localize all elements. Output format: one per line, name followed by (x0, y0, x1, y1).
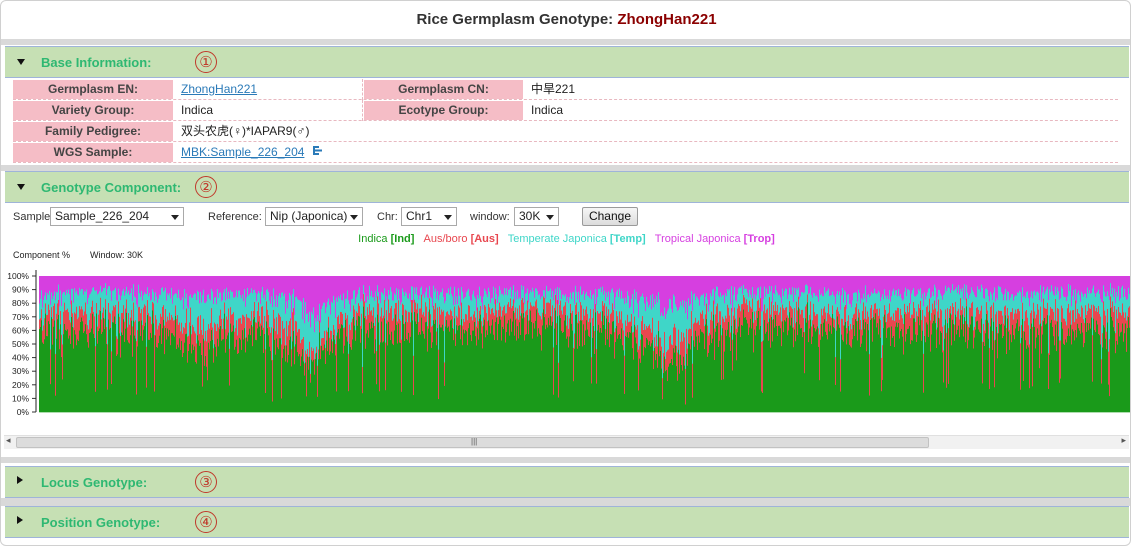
section-header-genotype-component[interactable]: Genotype Component: ② (5, 171, 1129, 203)
window-select-value: 30K (519, 209, 541, 223)
sample-select[interactable]: Sample_226_204 (50, 207, 184, 226)
area-segment-indica (1129, 327, 1130, 413)
window-select[interactable]: 30K (514, 207, 559, 226)
section-label: Base Information: (41, 55, 152, 70)
cell-divider (362, 100, 363, 121)
germplasm-en-link[interactable]: ZhongHan221 (181, 82, 257, 96)
legend-item-temperate-japonica: Temperate Japonica [Temp] (507, 233, 646, 245)
dropdown-caret-icon (171, 215, 179, 220)
divider (1, 39, 1130, 45)
dropdown-caret-icon (546, 215, 554, 220)
y-tick-label: 90% (12, 285, 29, 295)
expand-triangle-icon[interactable] (17, 476, 23, 484)
expand-triangle-icon[interactable] (17, 516, 23, 524)
page-frame: Rice Germplasm Genotype: ZhongHan221 Bas… (0, 0, 1131, 546)
section-header-base-information[interactable]: Base Information: ① (5, 46, 1129, 78)
ecotype-group-label: Ecotype Group: (364, 101, 523, 120)
y-tick-label: 70% (12, 312, 29, 322)
family-pedigree-value: 双头农虎(♀)*IAPAR9(♂) (181, 124, 310, 138)
sample-label: Sample: (13, 211, 54, 223)
legend-item-tropical-japonica: Tropical Japonica [Trop] (654, 233, 775, 245)
section-number-marker: ③ (195, 471, 217, 493)
y-tick-label: 80% (12, 298, 29, 308)
window-label: window: (470, 211, 510, 223)
area-segment-temperate-japonica (1129, 293, 1130, 307)
ecotype-group-value: Indica (531, 103, 564, 117)
divider (1, 498, 1130, 506)
legend-item-aus: Aus/boro [Aus] (423, 233, 499, 245)
family-pedigree-label: Family Pedigree: (13, 122, 173, 141)
chr-label: Chr: (377, 211, 398, 223)
chart-legend: Indica [Ind] Aus/boro [Aus] Temperate Ja… (1, 232, 1130, 246)
y-tick-label: 100% (7, 271, 29, 281)
info-row: Germplasm EN: ZhongHan221 Germplasm CN: … (13, 79, 1118, 100)
y-tick-label: 50% (12, 339, 29, 349)
scroll-left-arrow-icon[interactable]: ◂ (6, 435, 11, 446)
y-tick-label: 60% (12, 325, 29, 335)
dropdown-caret-icon (350, 215, 358, 220)
y-tick-label: 0% (17, 407, 30, 417)
y-tick-label: 10% (12, 393, 29, 403)
info-row: Variety Group: Indica Ecotype Group: Ind… (13, 100, 1118, 121)
chr-select-value: Chr1 (406, 209, 433, 223)
section-number-marker: ② (195, 176, 217, 198)
section-label: Position Genotype: (41, 515, 161, 530)
page-title: Rice Germplasm Genotype: ZhongHan221 (1, 1, 1130, 39)
sample-select-value: Sample_226_204 (55, 209, 150, 223)
info-row: Family Pedigree: 双头农虎(♀)*IAPAR9(♂) (13, 121, 1118, 142)
germplasm-cn-label: Germplasm CN: (364, 80, 523, 99)
scroll-right-arrow-icon[interactable]: ▸ (1121, 435, 1126, 446)
divider (1, 457, 1130, 463)
reference-select[interactable]: Nip (Japonica) (265, 207, 363, 226)
genotype-component-chart: 100% 90% 80% 70% 60% 50% 40% 30% 20% 10% 0% (7, 270, 1130, 417)
cell-divider (362, 79, 363, 100)
y-tick-label: 30% (12, 366, 29, 376)
collapse-triangle-icon[interactable] (17, 59, 25, 65)
germplasm-cn-value: 中旱221 (531, 82, 576, 96)
germplasm-en-label: Germplasm EN: (13, 80, 173, 99)
horizontal-scrollbar[interactable]: ◂ ||| ▸ (4, 435, 1129, 449)
info-row: WGS Sample: MBK:Sample_226_204 (13, 142, 1118, 163)
y-tick-label: 20% (12, 380, 29, 390)
area-segment-tropical-japonica (1129, 276, 1130, 294)
chr-select[interactable]: Chr1 (401, 207, 457, 226)
chart-ylabel: Component % (13, 250, 71, 260)
section-number-marker: ④ (195, 511, 217, 533)
collapse-triangle-icon[interactable] (17, 184, 25, 190)
section-header-position-genotype[interactable]: Position Genotype: ④ (5, 506, 1129, 538)
variety-group-label: Variety Group: (13, 101, 173, 120)
section-number-marker: ① (195, 51, 217, 73)
external-link-icon[interactable] (312, 143, 324, 162)
title-prefix: Rice Germplasm Genotype: (416, 11, 618, 28)
stacked-area-bars (39, 276, 1130, 413)
reference-label: Reference: (208, 211, 262, 223)
title-germplasm-name: ZhongHan221 (617, 11, 717, 28)
legend-item-indica: Indica [Ind] (358, 233, 415, 245)
scroll-grip-icon: ||| (471, 437, 478, 446)
variety-group-value: Indica (181, 103, 214, 117)
change-button[interactable]: Change (582, 207, 638, 226)
wgs-sample-label: WGS Sample: (13, 143, 173, 162)
wgs-sample-link[interactable]: MBK:Sample_226_204 (181, 145, 304, 159)
section-header-locus-genotype[interactable]: Locus Genotype: ③ (5, 466, 1129, 498)
chart-window-label: Window: 30K (90, 250, 144, 260)
reference-select-value: Nip (Japonica) (270, 209, 348, 223)
section-label: Locus Genotype: (41, 475, 148, 490)
area-segment-aus (1129, 306, 1130, 328)
section-label: Genotype Component: (41, 180, 182, 195)
dropdown-caret-icon (444, 215, 452, 220)
scrollbar-thumb[interactable]: ||| (16, 437, 929, 448)
y-tick-label: 40% (12, 353, 29, 363)
